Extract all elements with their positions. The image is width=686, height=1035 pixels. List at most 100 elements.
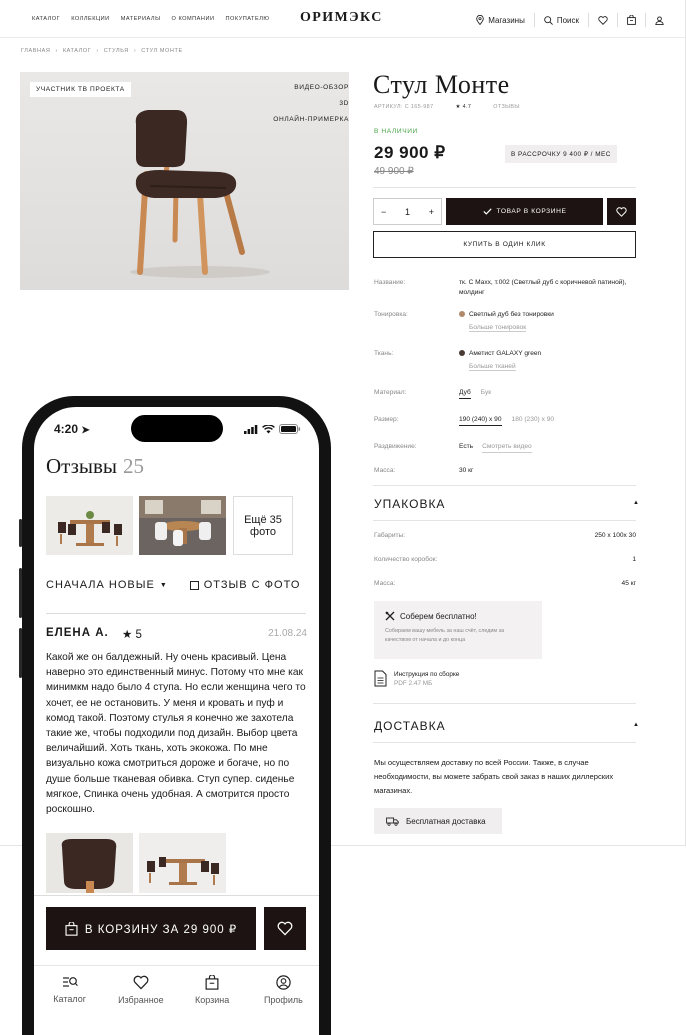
free-delivery-label: Бесплатная доставка xyxy=(406,816,486,826)
add-to-cart-button[interactable]: В КОРЗИНУ ЗА 29 900 ₽ xyxy=(46,907,256,950)
review-date: 21.08.24 xyxy=(268,628,307,639)
toning-text: Светлый дуб без тонировки xyxy=(469,311,554,318)
review-author: ЕЛЕНА А. xyxy=(46,627,109,639)
profile-link[interactable] xyxy=(655,15,664,25)
3d-link[interactable]: 3D xyxy=(229,96,349,112)
with-photo-checkbox[interactable]: ОТЗЫВ С ФОТО xyxy=(189,579,301,591)
attr-fabric-label: Ткань: xyxy=(374,350,394,357)
material-beech[interactable]: Бук xyxy=(481,388,491,399)
collapse-icon[interactable]: ▲ xyxy=(633,722,639,728)
more-toning-link[interactable]: Больше тонировок xyxy=(469,323,527,333)
crumb-catalog[interactable]: КАТАЛОГ xyxy=(63,48,91,54)
packing-section-title[interactable]: УПАКОВКА xyxy=(374,497,445,511)
free-assembly-card: Соберем бесплатно! Собираем вашу мебель … xyxy=(374,601,542,659)
review-photo[interactable] xyxy=(46,833,133,893)
attr-fabric-value[interactable]: Аметист GALAXY green xyxy=(459,349,541,359)
nav-catalog[interactable]: Каталог xyxy=(21,15,60,23)
photo-flags: ВИДЕО-ОБЗОР 3D ОНЛАЙН-ПРИМЕРКА xyxy=(229,80,349,128)
status-icons xyxy=(244,424,301,434)
user-icon xyxy=(655,15,664,25)
favorite-button[interactable] xyxy=(607,198,636,225)
online-fitting-link[interactable]: ОНЛАЙН-ПРИМЕРКА xyxy=(229,112,349,128)
nav-materials[interactable]: Материалы xyxy=(121,15,161,23)
quantity-stepper[interactable]: − 1 + xyxy=(373,198,442,225)
favorite-button[interactable] xyxy=(264,907,306,950)
crumb-sep: › xyxy=(96,48,99,54)
nav-customer[interactable]: Покупателю xyxy=(226,15,270,23)
review-rating: ★ 5 xyxy=(122,629,142,641)
installment-button[interactable]: В РАССРОЧКУ 9 400 ₽ / МЕС xyxy=(505,145,617,163)
attr-mass-value: 30 кг xyxy=(459,467,474,474)
pack-value: 1 xyxy=(632,556,636,563)
review-photo[interactable] xyxy=(139,833,226,893)
size-190[interactable]: 190 (240) x 90 xyxy=(459,415,502,426)
delivery-text: Мы осуществляем доставку по всей России.… xyxy=(374,758,614,795)
more-photos-button[interactable]: Ещё 35 фото xyxy=(233,496,293,555)
tab-favorites[interactable]: Избранное xyxy=(111,975,171,1035)
free-delivery-button[interactable]: Бесплатная доставка xyxy=(374,808,502,834)
more-fabrics-link[interactable]: Больше тканей xyxy=(469,362,516,372)
instructions-file-size: PDF 2.47 МБ xyxy=(394,680,433,687)
cart-link[interactable] xyxy=(627,15,636,25)
reviews-link[interactable]: ОТЗЫВЫ xyxy=(493,104,519,110)
review-photo[interactable] xyxy=(139,496,226,555)
location-pin-icon xyxy=(476,15,484,25)
size-180[interactable]: 180 (230) x 90 xyxy=(512,415,555,426)
material-oak[interactable]: Дуб xyxy=(459,388,471,399)
tab-cart[interactable]: Корзина xyxy=(182,975,242,1035)
add-to-cart-label: В КОРЗИНУ ЗА 29 900 ₽ xyxy=(84,923,238,936)
reviews-title-text: Отзывы xyxy=(46,454,118,478)
assembly-instructions-link[interactable]: Инструкция по сборке PDF 2.47 МБ xyxy=(374,670,459,688)
dynamic-island xyxy=(131,415,223,442)
divider xyxy=(533,13,535,27)
review-filters: СНАЧАЛА НОВЫЕ ▼ ОТЗЫВ С ФОТО xyxy=(46,579,300,591)
extend-value: Есть xyxy=(459,443,474,450)
favorites-link[interactable] xyxy=(598,15,608,25)
bag-icon xyxy=(627,15,636,25)
divider xyxy=(373,742,636,743)
crumb-home[interactable]: ГЛАВНАЯ xyxy=(21,48,50,54)
stores-link[interactable]: Магазины xyxy=(476,15,525,25)
sort-dropdown[interactable]: СНАЧАЛА НОВЫЕ ▼ xyxy=(46,579,168,591)
crumb-current: СТУЛ МОНТЕ xyxy=(141,48,183,54)
phone-button xyxy=(19,519,22,547)
attr-mass-label: Масса: xyxy=(374,467,396,474)
attr-size-label: Размер: xyxy=(374,416,399,423)
phone-mockup: 4:20 ➤ Отзывы 25 Ещё 35 фото СНАЧАЛА НОВЫ… xyxy=(19,396,331,1035)
tab-profile[interactable]: Профиль xyxy=(253,975,313,1035)
qty-plus-button[interactable]: + xyxy=(429,207,434,217)
review-photo[interactable] xyxy=(46,496,133,555)
pack-key: Количество коробок: xyxy=(374,556,438,563)
signal-icon xyxy=(244,424,258,434)
divider xyxy=(46,613,306,614)
more-toning-text: Больше тонировок xyxy=(469,324,527,332)
nav-collections[interactable]: Коллекции xyxy=(71,15,110,23)
pack-value: 250 x 100x 30 xyxy=(594,532,636,539)
main-nav: Каталог Коллекции Материалы О компании П… xyxy=(21,15,270,23)
qty-minus-button[interactable]: − xyxy=(381,207,386,217)
pack-row-dimensions: Габариты: 250 x 100x 30 xyxy=(374,532,636,539)
fabric-text: Аметист GALAXY green xyxy=(469,350,542,357)
phone-screen: 4:20 ➤ Отзывы 25 Ещё 35 фото СНАЧАЛА НОВЫ… xyxy=(34,407,319,1035)
attr-toning-value[interactable]: Светлый дуб без тонировки xyxy=(459,310,554,320)
crumb-chairs[interactable]: СТУЛЬЯ xyxy=(104,48,129,54)
divider xyxy=(373,485,636,486)
attr-name-value: тк. С Maxx, т.002 (Светлый дуб с коричне… xyxy=(459,279,627,296)
watch-video-link[interactable]: Смотреть видео xyxy=(482,442,532,453)
delivery-section-title[interactable]: ДОСТАВКА xyxy=(374,719,446,733)
video-review-link[interactable]: ВИДЕО-ОБЗОР xyxy=(229,80,349,96)
tab-catalog[interactable]: Каталог xyxy=(40,975,100,1035)
extend-values: Есть Смотреть видео xyxy=(459,442,532,453)
search-link[interactable]: Поиск xyxy=(544,16,579,25)
crumb-sep: › xyxy=(133,48,137,54)
user-icon xyxy=(276,975,291,990)
in-cart-button[interactable]: ТОВАР В КОРЗИНЕ xyxy=(446,198,603,225)
one-click-buy-button[interactable]: КУПИТЬ В ОДИН КЛИК xyxy=(373,231,636,258)
site-logo[interactable]: ОРИМЭКС xyxy=(300,10,383,26)
collapse-icon[interactable]: ▲ xyxy=(633,500,639,506)
color-swatch xyxy=(459,311,465,317)
battery-icon xyxy=(279,424,301,434)
check-icon xyxy=(482,208,492,215)
nav-about[interactable]: О компании xyxy=(172,15,215,23)
tools-icon xyxy=(385,611,395,621)
